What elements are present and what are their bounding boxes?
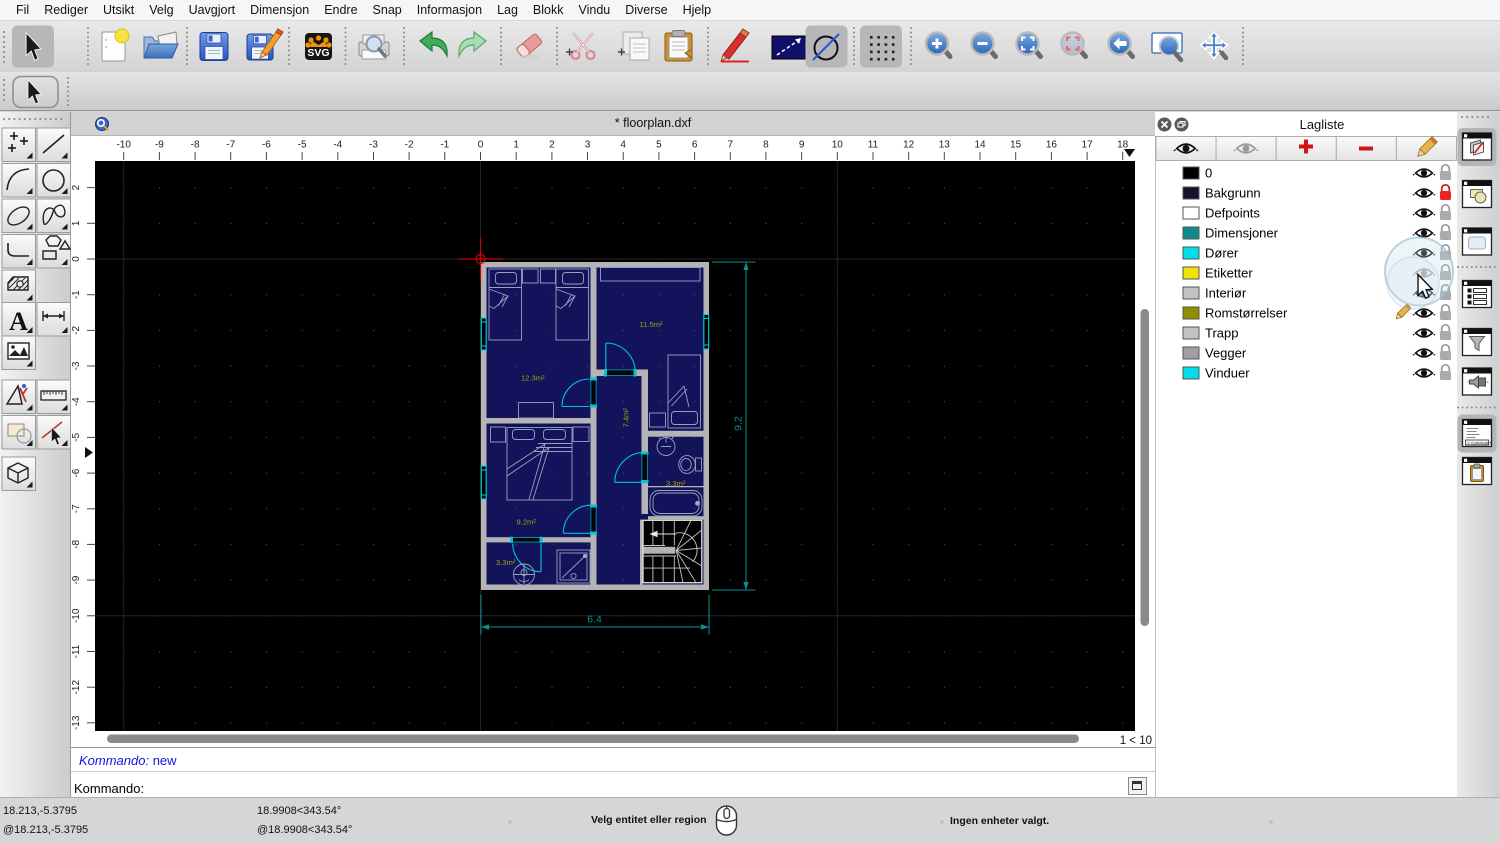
- svg-text:Trapp: Trapp: [1205, 326, 1238, 341]
- svg-text:SVG: SVG: [307, 47, 329, 59]
- svg-text:0: 0: [1205, 166, 1212, 181]
- svg-text:Dører: Dører: [1205, 246, 1239, 261]
- svg-text:c command: c command: [1468, 440, 1492, 445]
- svg-text:1 < 10: 1 < 10: [1120, 735, 1152, 747]
- svg-text:Dimensjoner: Dimensjoner: [1205, 226, 1279, 241]
- svg-text:Etiketter: Etiketter: [1205, 266, 1253, 281]
- svg-text:Interiør: Interiør: [1205, 286, 1247, 301]
- svg-text:Vegger: Vegger: [1205, 346, 1247, 361]
- svg-text:Defpoints: Defpoints: [1205, 206, 1260, 221]
- svg-text:Bakgrunn: Bakgrunn: [1205, 186, 1261, 201]
- svg-text:Romstørrelser: Romstørrelser: [1205, 306, 1288, 321]
- svg-text:Vinduer: Vinduer: [1205, 366, 1250, 381]
- svg-text:A: A: [9, 307, 28, 336]
- svg-text:Lagliste: Lagliste: [1300, 117, 1345, 132]
